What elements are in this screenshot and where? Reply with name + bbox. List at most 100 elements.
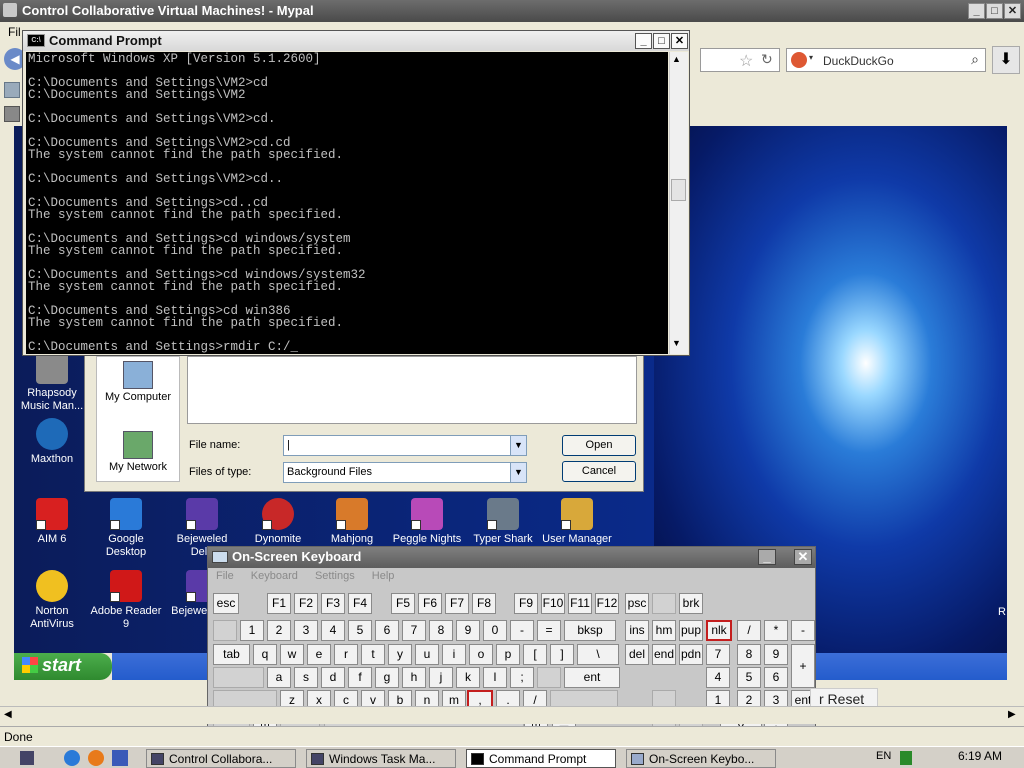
desktop-icon-adobe-reader[interactable]: Adobe Reader 9 <box>88 570 164 631</box>
osk-key[interactable]: s <box>294 667 318 688</box>
osk-key[interactable] <box>213 667 264 688</box>
scroll-left-icon[interactable]: ◀ <box>4 709 12 720</box>
osk-key[interactable]: psc <box>625 593 649 614</box>
maximize-button[interactable]: □ <box>986 3 1003 19</box>
desktop-icon-maxthon[interactable]: Maxthon <box>14 418 90 466</box>
osk-key[interactable]: l <box>483 667 507 688</box>
osk-key[interactable]: pdn <box>679 644 703 665</box>
task-on-screen-keyboard[interactable]: On-Screen Keybo... <box>626 749 776 768</box>
cmd-scrollbar[interactable]: ▲ ▼ <box>669 52 688 354</box>
place-my-computer[interactable]: My Computer <box>97 361 179 403</box>
cmd-close-button[interactable]: ✕ <box>671 33 688 49</box>
desktop-icon-user-manager[interactable]: User Manager <box>538 498 616 546</box>
osk-key[interactable]: F1 <box>267 593 291 614</box>
close-button[interactable]: ✕ <box>1004 3 1021 19</box>
osk-key[interactable]: F3 <box>321 593 345 614</box>
osk-key[interactable]: 8 <box>429 620 453 641</box>
desktop-icon-mahjong[interactable]: Mahjong <box>314 498 390 546</box>
search-sidebar-icon[interactable] <box>4 82 20 98</box>
place-my-network[interactable]: My Network <box>97 431 179 473</box>
osk-key[interactable]: F2 <box>294 593 318 614</box>
osk-key[interactable]: + <box>791 644 815 688</box>
osk-key[interactable] <box>213 620 237 641</box>
desktop-icon-google-desktop[interactable]: Google Desktop <box>88 498 164 559</box>
osk-key[interactable]: p <box>496 644 520 665</box>
osk-key[interactable]: 0 <box>483 620 507 641</box>
media-icon[interactable] <box>112 750 128 766</box>
osk-key[interactable]: q <box>253 644 277 665</box>
osk-key[interactable]: nlk <box>706 620 732 641</box>
cmd-scroll-thumb[interactable] <box>671 179 686 201</box>
command-prompt-window[interactable]: C:\ Command Prompt _ □ ✕ Microsoft Windo… <box>22 30 690 356</box>
osk-key[interactable]: 5 <box>348 620 372 641</box>
horizontal-scrollbar[interactable]: ◀ ▶ <box>0 706 1024 724</box>
osk-key[interactable]: brk <box>679 593 703 614</box>
osk-key[interactable]: o <box>469 644 493 665</box>
osk-key[interactable]: k <box>456 667 480 688</box>
osk-key[interactable]: h <box>402 667 426 688</box>
osk-key[interactable]: j <box>429 667 453 688</box>
osk-key[interactable]: w <box>280 644 304 665</box>
osk-key[interactable]: \ <box>577 644 619 665</box>
search-input[interactable]: ▾ DuckDuckGo ⌕ <box>786 48 986 72</box>
osk-key[interactable]: F12 <box>595 593 619 614</box>
osk-key[interactable]: u <box>415 644 439 665</box>
cmd-minimize-button[interactable]: _ <box>635 33 652 49</box>
osk-key[interactable]: 4 <box>706 667 730 688</box>
start-grid-icon[interactable] <box>20 751 34 765</box>
osk-key[interactable]: a <box>267 667 291 688</box>
osk-key[interactable]: F8 <box>472 593 496 614</box>
desktop-icon-peggle[interactable]: Peggle Nights <box>388 498 466 546</box>
tray-icon[interactable] <box>900 751 912 765</box>
language-indicator[interactable]: EN <box>876 750 891 762</box>
osk-key[interactable]: tab <box>213 644 250 665</box>
osk-key[interactable]: ins <box>625 620 649 641</box>
file-list[interactable] <box>187 356 637 424</box>
osk-key[interactable]: 2 <box>267 620 291 641</box>
osk-key[interactable]: 7 <box>402 620 426 641</box>
search-icon[interactable]: ⌕ <box>971 51 979 68</box>
osk-key[interactable]: d <box>321 667 345 688</box>
osk-key[interactable]: F9 <box>514 593 538 614</box>
console-output[interactable]: Microsoft Windows XP [Version 5.1.2600] … <box>26 52 668 354</box>
osk-key[interactable]: t <box>361 644 385 665</box>
osk-key[interactable]: 6 <box>764 667 788 688</box>
osk-key[interactable]: bksp <box>564 620 616 641</box>
osk-key[interactable]: F7 <box>445 593 469 614</box>
scroll-right-icon[interactable]: ▶ <box>1008 709 1016 720</box>
osk-key[interactable]: * <box>764 620 788 641</box>
osk-key[interactable]: del <box>625 644 649 665</box>
osk-key[interactable]: F5 <box>391 593 415 614</box>
osk-key[interactable]: [ <box>523 644 547 665</box>
osk-key[interactable]: 6 <box>375 620 399 641</box>
chevron-down-icon[interactable]: ▼ <box>510 463 526 482</box>
osk-key[interactable]: F11 <box>568 593 592 614</box>
osk-key[interactable]: 9 <box>764 644 788 665</box>
osk-key[interactable]: e <box>307 644 331 665</box>
osk-key[interactable]: ent <box>564 667 620 688</box>
start-button[interactable]: start <box>14 653 112 680</box>
osk-key[interactable]: ] <box>550 644 574 665</box>
osk-key[interactable]: f <box>348 667 372 688</box>
osk-key[interactable]: pup <box>679 620 703 641</box>
open-button[interactable]: Open <box>562 435 636 456</box>
task-control-collaborative[interactable]: Control Collabora... <box>146 749 296 768</box>
osk-key[interactable] <box>652 593 676 614</box>
osk-key[interactable]: end <box>652 644 676 665</box>
scroll-up-icon[interactable]: ▲ <box>672 54 681 64</box>
osk-key[interactable]: = <box>537 620 561 641</box>
files-of-type-select[interactable]: Background Files ▼ <box>283 462 527 483</box>
minimize-button[interactable]: _ <box>968 3 985 19</box>
file-name-input[interactable]: | ▼ <box>283 435 527 456</box>
osk-key[interactable]: esc <box>213 593 239 614</box>
osk-key[interactable]: 4 <box>321 620 345 641</box>
firefox-icon[interactable] <box>88 750 104 766</box>
osk-key[interactable]: r <box>334 644 358 665</box>
file-menu-stub[interactable]: Fil <box>8 25 21 39</box>
osk-key[interactable]: - <box>791 620 815 641</box>
chevron-down-icon[interactable]: ▼ <box>510 436 526 455</box>
osk-key[interactable]: 9 <box>456 620 480 641</box>
bookmark-star-icon[interactable]: ☆ <box>739 51 753 71</box>
download-button[interactable]: ⬇ <box>992 46 1020 74</box>
url-bar[interactable]: ☆ ↻ <box>700 48 780 72</box>
